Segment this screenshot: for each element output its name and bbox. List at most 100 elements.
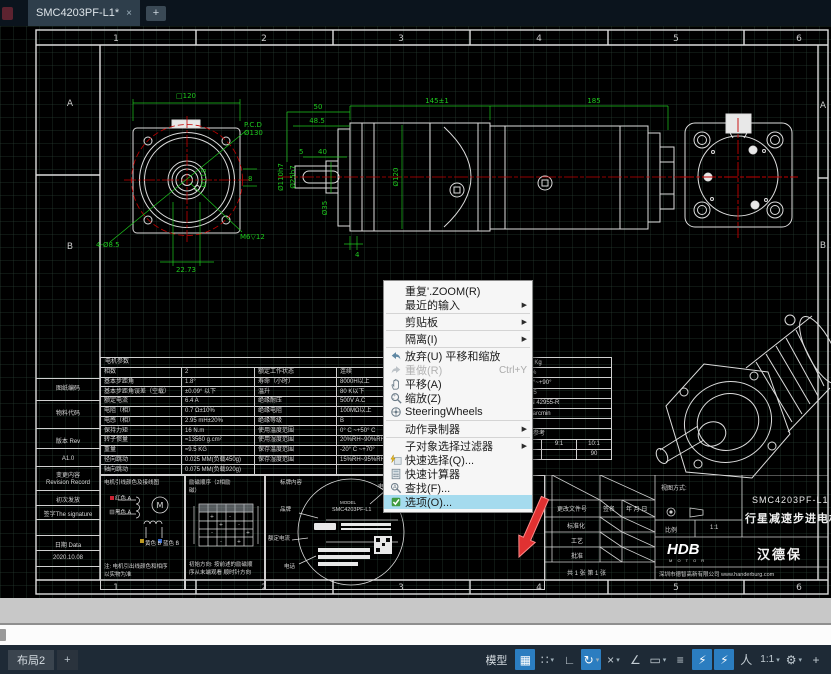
spec-table-cell: 电感（相） [101, 417, 181, 426]
menu-item-subobject-filter[interactable]: 子对象选择过滤器▶ [384, 439, 532, 453]
spec-table-cell: 相数 [101, 368, 181, 377]
osnap-tracking-icon[interactable]: ×▾ [603, 649, 623, 670]
frame-col-label: 1 [113, 34, 119, 44]
dropdown-caret-icon[interactable]: ▾ [798, 656, 802, 664]
model-space-toggle[interactable]: 模型 [478, 652, 514, 668]
osnap-tracking-icon-glyph: × [607, 653, 614, 667]
dim-pilot-d110: Ø110h7 [277, 163, 285, 191]
dropdown-caret-icon[interactable]: ▾ [776, 656, 780, 664]
annotation-scale-value[interactable]: 1:1▾ [758, 649, 781, 670]
menu-item-quick-select[interactable]: 快速选择(Q)... [384, 453, 532, 467]
dropdown-caret-icon[interactable]: ▾ [616, 656, 620, 664]
spec-table-cell: 电阻（相） [101, 407, 181, 416]
nameplate-current-label: 额定电流 [268, 536, 290, 543]
lineweight-icon[interactable]: ≡ [670, 649, 690, 670]
menu-item-quick-calc[interactable]: 快速计算器 [384, 467, 532, 481]
submenu-arrow-icon: ▶ [522, 425, 527, 433]
annotation-scale-icon[interactable]: 人 [736, 649, 756, 670]
revision-block: 图纸编码 物料代码 版本 Rev A1.0 变更内容 Revision Reco… [36, 366, 100, 580]
menu-item-action-recorder[interactable]: 动作录制器▶ [384, 422, 532, 436]
annotation-visibility-icon[interactable]: ⚡ [692, 649, 712, 670]
menu-item-zoom[interactable]: +-缩放(Z) [384, 391, 532, 405]
menu-item-clipboard[interactable]: 剪贴板▶ [384, 315, 532, 329]
sheet-count: 共 1 张 第 1 张 [567, 568, 606, 577]
ortho-icon[interactable]: ∟ [559, 649, 579, 670]
undo-icon [387, 350, 405, 362]
wire-label-b: 黄色 B [145, 541, 161, 548]
nameplate-brand-label: 品牌 [280, 507, 291, 514]
dim-gearbox-145: 145±1 [425, 97, 449, 105]
dim-shaft-50: 50 [314, 103, 323, 111]
menu-item-redo[interactable]: 重做(R)Ctrl+Y [384, 363, 532, 377]
spec-table-cell: 0.075 MM(负载920g) [181, 465, 254, 474]
wire-label-a-bar: 黑色 Ā [115, 510, 131, 517]
isometric-draft-icon[interactable]: ∠ [625, 649, 645, 670]
dim-key-width: 8 [248, 175, 252, 183]
dropdown-caret-icon[interactable]: ▾ [663, 656, 667, 664]
pan-icon [387, 378, 405, 390]
material-code-label: 物料代码 [36, 408, 100, 417]
wiring-note-2: 以实物为准 [104, 572, 132, 579]
dim-bore: Ø118 [200, 169, 208, 188]
spec-table-cell: 额定工作状态 [254, 368, 336, 377]
spec-table-cell: 温升 [254, 387, 336, 396]
svg-text:+: + [237, 539, 241, 545]
spec-table-cell: ±0.09° 以下 [181, 387, 254, 396]
menu-item-label: 缩放(Z) [405, 390, 527, 406]
dropdown-caret-icon[interactable]: ▾ [551, 656, 555, 664]
view-method-label: 视图方式: [661, 483, 687, 492]
frame-col-label: 4 [536, 34, 542, 44]
document-tab[interactable]: SMC4203PF-L1* × [28, 0, 140, 26]
customization-gear-icon[interactable]: ⚙▾ [784, 649, 804, 670]
menu-item-label: 隔离(I) [405, 331, 518, 347]
frame-row-label: A [820, 101, 827, 111]
new-document-tab-button[interactable]: + [146, 6, 166, 21]
rev-value: A1.0 [36, 456, 100, 462]
menu-item-find[interactable]: A查找(F)... [384, 481, 532, 495]
menu-item-steering-wheels[interactable]: SteeringWheels [384, 405, 532, 419]
nameplate-phone-label: 电话 [284, 564, 295, 571]
isometric-draft-icon-glyph: ∠ [630, 653, 641, 667]
svg-text:-: - [393, 396, 395, 402]
svg-text:-: - [211, 530, 213, 536]
menu-item-repeat-zoom[interactable]: 重复'.ZOOM(R) [384, 284, 532, 298]
grid-icon[interactable]: ▦ [515, 649, 535, 670]
drawing-canvas[interactable]: 1 2 3 4 5 6 1 2 3 4 5 6 A B A B [0, 26, 831, 598]
annotation-autoscale-icon[interactable]: ⚡ [714, 649, 734, 670]
part-number: SMC4203PF-L1 [752, 495, 829, 505]
change-label-en: Revision Record [36, 480, 100, 486]
dim-body-d120: Ø120 [392, 168, 400, 187]
status-more-icon[interactable]: + [806, 649, 826, 670]
dropdown-caret-icon[interactable]: ▾ [596, 656, 600, 664]
tab-close-icon[interactable]: × [126, 8, 132, 19]
layout-tab-add-button[interactable]: + [57, 650, 77, 670]
osnap-icon[interactable]: ▭▾ [647, 649, 668, 670]
options-icon [387, 496, 405, 508]
excitation-title-2: 磁） [189, 488, 200, 495]
layout-paper-edge [0, 598, 831, 625]
menu-item-options[interactable]: 选项(O)... [384, 495, 532, 509]
command-line-bar[interactable] [0, 625, 831, 645]
spec-table-cell: 绝缘电阻 [254, 407, 336, 416]
spec-table-cell: 转子惯量 [101, 436, 181, 445]
polar-tracking-icon[interactable]: ↻▾ [581, 649, 601, 670]
menu-item-recent-input[interactable]: 最近的输入▶ [384, 298, 532, 312]
menu-item-pan[interactable]: 平移(A) [384, 377, 532, 391]
menu-item-shortcut: Ctrl+Y [499, 365, 527, 376]
find-icon: A [387, 482, 405, 494]
dim-mount-holes: 4-Ø8.5 [96, 241, 120, 249]
standardization-label: 标准化 [567, 521, 585, 530]
snap-icon[interactable]: ∷▾ [537, 649, 557, 670]
menu-icon-blank [387, 423, 405, 435]
excitation-note-1: 初始方向: 按前述的励磁顺 [189, 562, 253, 569]
frame-row-label: A [67, 99, 74, 109]
scale-label: 比例 [665, 525, 677, 534]
excitation-table: +- +- -+ -+ [191, 502, 261, 550]
menu-item-undo-pan-zoom[interactable]: 放弃(U) 平移和缩放 [384, 349, 532, 363]
annotation-scale-value-glyph: 1:1 [760, 654, 774, 665]
quick-select-icon [387, 454, 405, 466]
layout-tab-active[interactable]: 布局2 [8, 650, 54, 670]
approve-label: 批准 [571, 551, 583, 560]
menu-item-isolate[interactable]: 隔离(I)▶ [384, 332, 532, 346]
dim-key-40: 40 [318, 148, 327, 156]
